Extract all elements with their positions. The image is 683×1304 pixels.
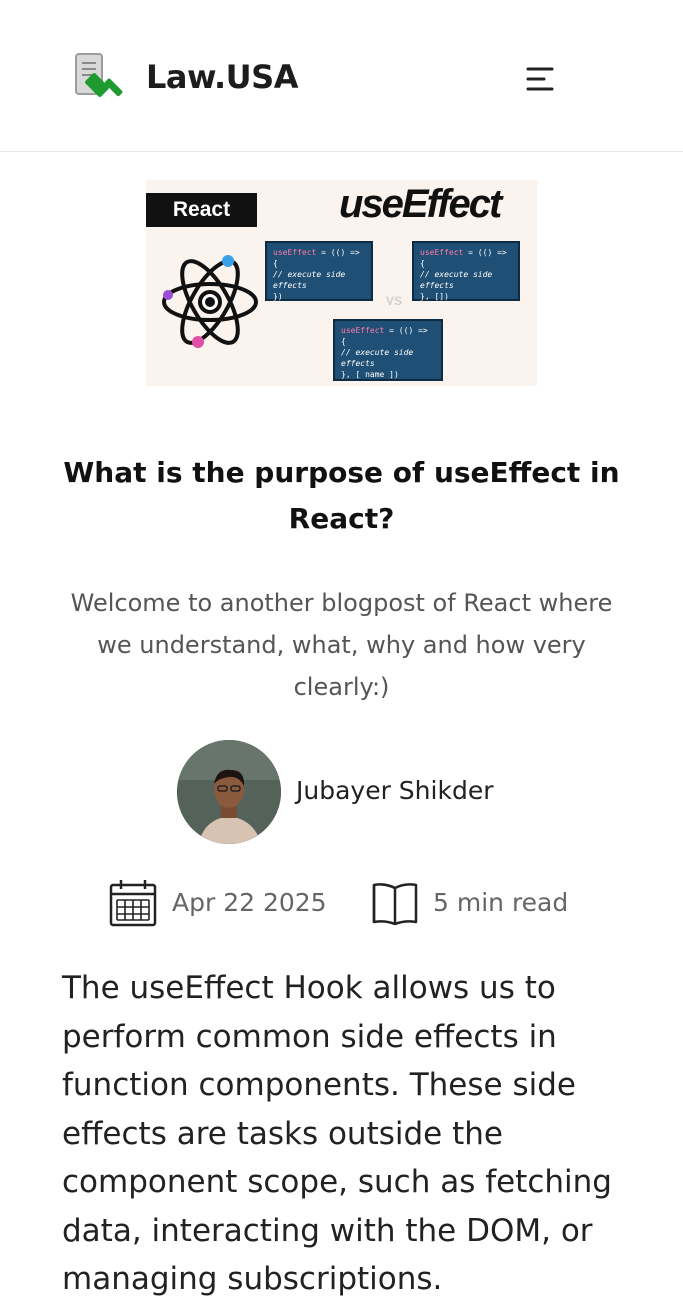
code-comment: // execute side effects <box>273 270 346 290</box>
react-atom-icon <box>162 255 258 348</box>
code-text: }) <box>273 292 283 301</box>
code-keyword: useEffect <box>273 248 317 257</box>
code-comment: // execute side effects <box>420 270 493 290</box>
brand-name[interactable]: Law.USA <box>146 58 298 96</box>
open-book-icon <box>372 883 418 926</box>
hamburger-menu-icon[interactable] <box>522 64 558 94</box>
vs-label: VS <box>386 294 403 308</box>
author-block[interactable]: Jubayer Shikder <box>177 740 577 846</box>
hero-heading: useEffect <box>339 182 502 226</box>
hero-tag: React <box>146 193 257 227</box>
code-keyword: useEffect <box>341 326 385 335</box>
article-body: The useEffect Hook allows us to perform … <box>62 970 612 1297</box>
code-block-2: useEffect = (() => { // execute side eff… <box>412 241 520 301</box>
publish-date-text: Apr 22 2025 <box>172 888 327 917</box>
article-title: What is the purpose of useEffect in Reac… <box>63 456 620 535</box>
avatar[interactable] <box>177 740 281 844</box>
publish-date: Apr 22 2025 <box>108 878 348 928</box>
code-comment: // execute side effects <box>341 348 414 368</box>
read-time-text: 5 min read <box>433 888 569 917</box>
hero-image: React useEffect useEffect = (() => { // … <box>146 180 537 386</box>
author-name[interactable]: Jubayer Shikder <box>296 776 493 805</box>
code-text: }, []) <box>420 292 449 301</box>
site-header: Law.USA <box>0 0 683 152</box>
calendar-icon <box>109 880 157 927</box>
code-block-1: useEffect = (() => { // execute side eff… <box>265 241 373 301</box>
gavel-document-icon[interactable] <box>74 52 128 102</box>
code-block-3: useEffect = (() => { // execute side eff… <box>333 319 443 381</box>
read-time: 5 min read <box>370 878 600 928</box>
article-subtitle: Welcome to another blogpost of React whe… <box>70 589 613 701</box>
code-keyword: useEffect <box>420 248 464 257</box>
code-text: }, [ name ]) <box>341 370 399 379</box>
